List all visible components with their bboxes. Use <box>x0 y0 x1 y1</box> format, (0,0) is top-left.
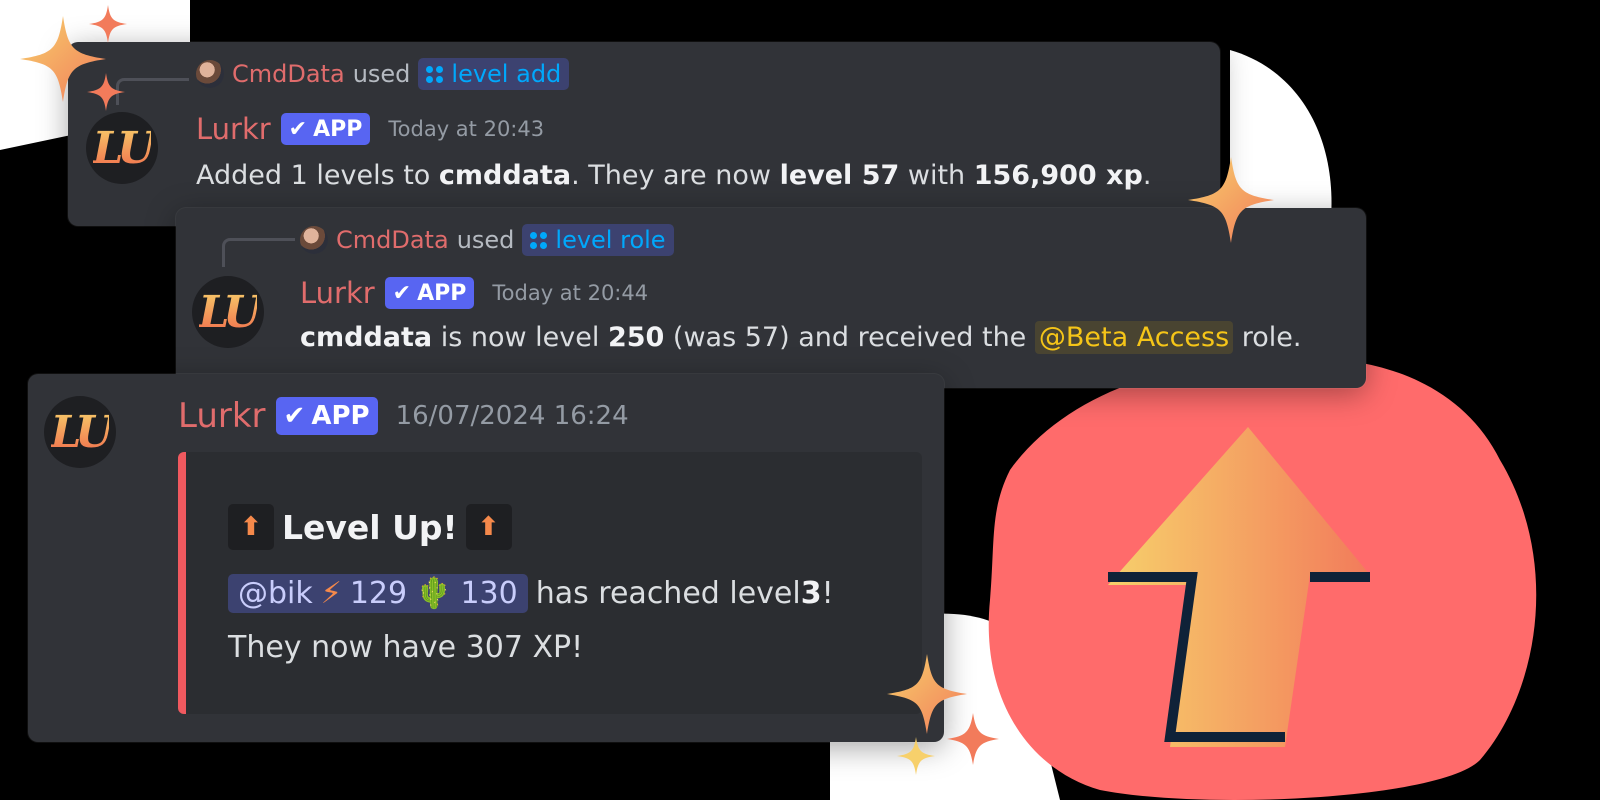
command-name: level add <box>451 60 562 88</box>
app-badge-label: APP <box>313 116 363 142</box>
mention-name: @bik <box>238 576 313 611</box>
timestamp: 16/07/2024 16:24 <box>395 401 629 431</box>
level-bold: level 57 <box>779 160 900 191</box>
command-reply-line: CmdData used level role <box>300 224 674 256</box>
level-up-embed: ⬆ Level Up! ⬆ @bik ⚡ 129 🌵 130 has reach… <box>178 452 922 714</box>
timestamp: Today at 20:43 <box>388 117 545 141</box>
check-icon: ✔ <box>392 280 412 306</box>
level-reached-line: @bik ⚡ 129 🌵 130 has reached level 3! <box>228 574 834 613</box>
text-part: Added 1 levels to <box>196 160 439 191</box>
sparkle-icon <box>947 713 999 765</box>
app-badge-label: APP <box>417 280 467 306</box>
slash-command-icon <box>530 231 548 249</box>
user-mention[interactable]: @bik ⚡ 129 🌵 130 <box>228 574 528 613</box>
message-header: Lurkr ✔ APP Today at 20:43 <box>196 112 544 146</box>
lurkr-avatar[interactable]: LU <box>44 396 116 468</box>
command-pill[interactable]: level add <box>418 58 570 90</box>
slash-command-icon <box>426 65 444 83</box>
lurkr-logo-icon: LU <box>50 406 114 458</box>
command-reply-line: CmdData used level add <box>196 58 570 90</box>
text-part: ! <box>821 576 834 611</box>
cactus-icon: 🌵 <box>415 576 453 611</box>
text-part: has reached level <box>535 576 801 611</box>
xp-line: They now have 307 XP! <box>228 630 584 665</box>
xp-bold: 156,900 xp <box>973 160 1143 191</box>
reply-verb: used <box>352 60 411 88</box>
text-part: role. <box>1233 322 1302 353</box>
message-content: cmddata is now level 250 (was 57) and re… <box>300 321 1302 354</box>
check-icon: ✔ <box>288 116 308 142</box>
check-icon: ✔ <box>283 401 306 431</box>
username-bold: cmddata <box>300 322 433 353</box>
level-bold: 250 <box>607 322 665 353</box>
app-badge: ✔ APP <box>280 113 371 145</box>
bot-name[interactable]: Lurkr <box>196 112 271 146</box>
sparkle-icon <box>89 5 127 43</box>
reply-username[interactable]: CmdData <box>336 226 449 254</box>
lurkr-avatar[interactable]: LU <box>86 112 158 184</box>
message-card-level-add: CmdData used level add LU Lurkr ✔ APP Tod… <box>68 42 1220 226</box>
lurkr-avatar[interactable]: LU <box>192 276 264 348</box>
command-name: level role <box>555 226 666 254</box>
text-part: . <box>1142 160 1152 191</box>
message-card-level-up: LU Lurkr ✔ APP 16/07/2024 16:24 ⬆ Level U… <box>28 374 944 742</box>
role-mention[interactable]: @Beta Access <box>1034 321 1234 354</box>
message-header: Lurkr ✔ APP 16/07/2024 16:24 <box>178 396 629 436</box>
app-badge-label: APP <box>311 401 370 431</box>
arrow-up-icon: ⬆ <box>465 504 512 550</box>
sparkle-icon <box>87 73 125 111</box>
reply-verb: used <box>456 226 515 254</box>
message-content: Added 1 levels to cmddata. They are now … <box>196 160 1151 191</box>
lurkr-logo-icon: LU <box>198 286 262 338</box>
cmddata-avatar[interactable] <box>196 60 224 88</box>
bot-name[interactable]: Lurkr <box>300 276 375 310</box>
sparkle-icon <box>897 737 935 775</box>
text-part: is now level <box>432 322 608 353</box>
command-pill[interactable]: level role <box>522 224 674 256</box>
level-bold: 3 <box>800 576 822 611</box>
reply-connector <box>222 238 295 267</box>
text-part: (was 57) and received the <box>664 322 1035 353</box>
sparkle-icon <box>1188 157 1274 243</box>
reply-connector <box>116 78 189 105</box>
mention-stat: 130 <box>460 576 518 611</box>
embed-title: ⬆ Level Up! ⬆ <box>228 504 520 550</box>
reply-username[interactable]: CmdData <box>232 60 345 88</box>
embed-title-text: Level Up! <box>282 507 458 547</box>
username-bold: cmddata <box>438 160 572 191</box>
cmddata-avatar[interactable] <box>300 226 328 254</box>
bot-name[interactable]: Lurkr <box>178 396 266 436</box>
mention-stat: 129 <box>349 576 408 611</box>
lurkr-logo-icon: LU <box>92 122 156 174</box>
text-part: with <box>899 160 974 191</box>
arrow-up-icon: ⬆ <box>228 504 274 550</box>
message-header: Lurkr ✔ APP Today at 20:44 <box>300 276 648 310</box>
level-up-arrow-graphic <box>1108 427 1370 747</box>
text-part: . They are now <box>571 160 780 191</box>
timestamp: Today at 20:44 <box>492 281 649 305</box>
lightning-icon: ⚡ <box>320 576 342 611</box>
app-badge: ✔ APP <box>275 397 378 435</box>
app-badge: ✔ APP <box>384 277 475 309</box>
